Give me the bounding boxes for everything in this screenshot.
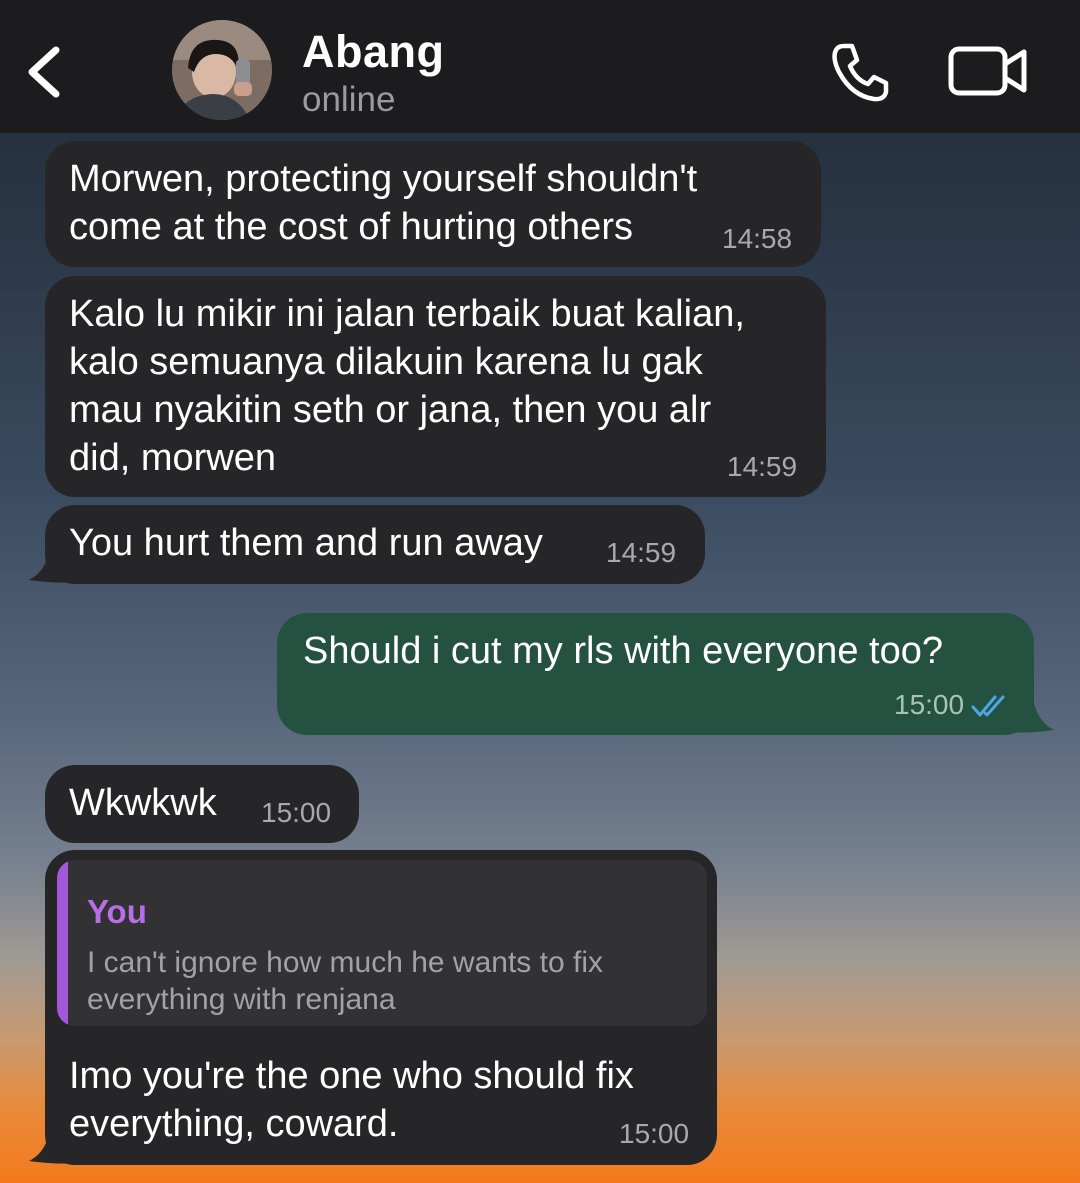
reply-text: I can't ignore how much he wants to fix … xyxy=(87,946,603,1016)
reply-author: You xyxy=(87,893,147,930)
message-text: Imo you're the one who should fix everyt… xyxy=(69,1055,634,1145)
message-text: You hurt them and run away xyxy=(69,522,543,564)
message-text: Wkwkwk xyxy=(69,782,217,824)
quoted-reply[interactable]: You I can't ignore how much he wants to … xyxy=(57,860,707,1026)
message-text: Morwen, protecting yourself shouldn't co… xyxy=(69,158,698,248)
message-time: 14:59 xyxy=(606,537,677,568)
phone-icon xyxy=(832,43,889,102)
message-time: 14:59 xyxy=(727,451,798,482)
message-time: 15:00 xyxy=(261,797,332,828)
back-button[interactable] xyxy=(18,36,78,106)
voice-call-button[interactable] xyxy=(826,38,894,106)
message-time: 15:00 xyxy=(619,1118,690,1149)
avatar-image xyxy=(172,20,272,120)
message-bubble[interactable]: Kalo lu mikir ini jalan terbaik buat kal… xyxy=(45,276,826,497)
chevron-left-icon xyxy=(28,46,60,98)
message-text: Should i cut my rls with everyone too? xyxy=(303,630,943,672)
video-call-button[interactable] xyxy=(946,40,1032,102)
avatar[interactable] xyxy=(172,20,272,120)
message-time: 14:58 xyxy=(722,223,793,254)
contact-status: online xyxy=(302,80,396,119)
message-bubble[interactable]: You hurt them and run away 14:59 xyxy=(45,505,705,584)
double-check-icon xyxy=(971,695,1005,717)
video-camera-icon xyxy=(948,46,1027,96)
reply-accent-bar xyxy=(57,860,68,1026)
chat-header: Abang online xyxy=(0,0,1080,133)
contact-name[interactable]: Abang xyxy=(302,26,445,78)
message-bubble[interactable]: Wkwkwk 15:00 xyxy=(45,765,359,843)
message-bubble[interactable]: Morwen, protecting yourself shouldn't co… xyxy=(45,141,821,267)
message-bubble[interactable]: Should i cut my rls with everyone too? 1… xyxy=(277,613,1034,735)
message-text: Kalo lu mikir ini jalan terbaik buat kal… xyxy=(69,293,745,479)
message-bubble[interactable]: You I can't ignore how much he wants to … xyxy=(45,850,717,1165)
message-time: 15:00 xyxy=(894,689,965,720)
